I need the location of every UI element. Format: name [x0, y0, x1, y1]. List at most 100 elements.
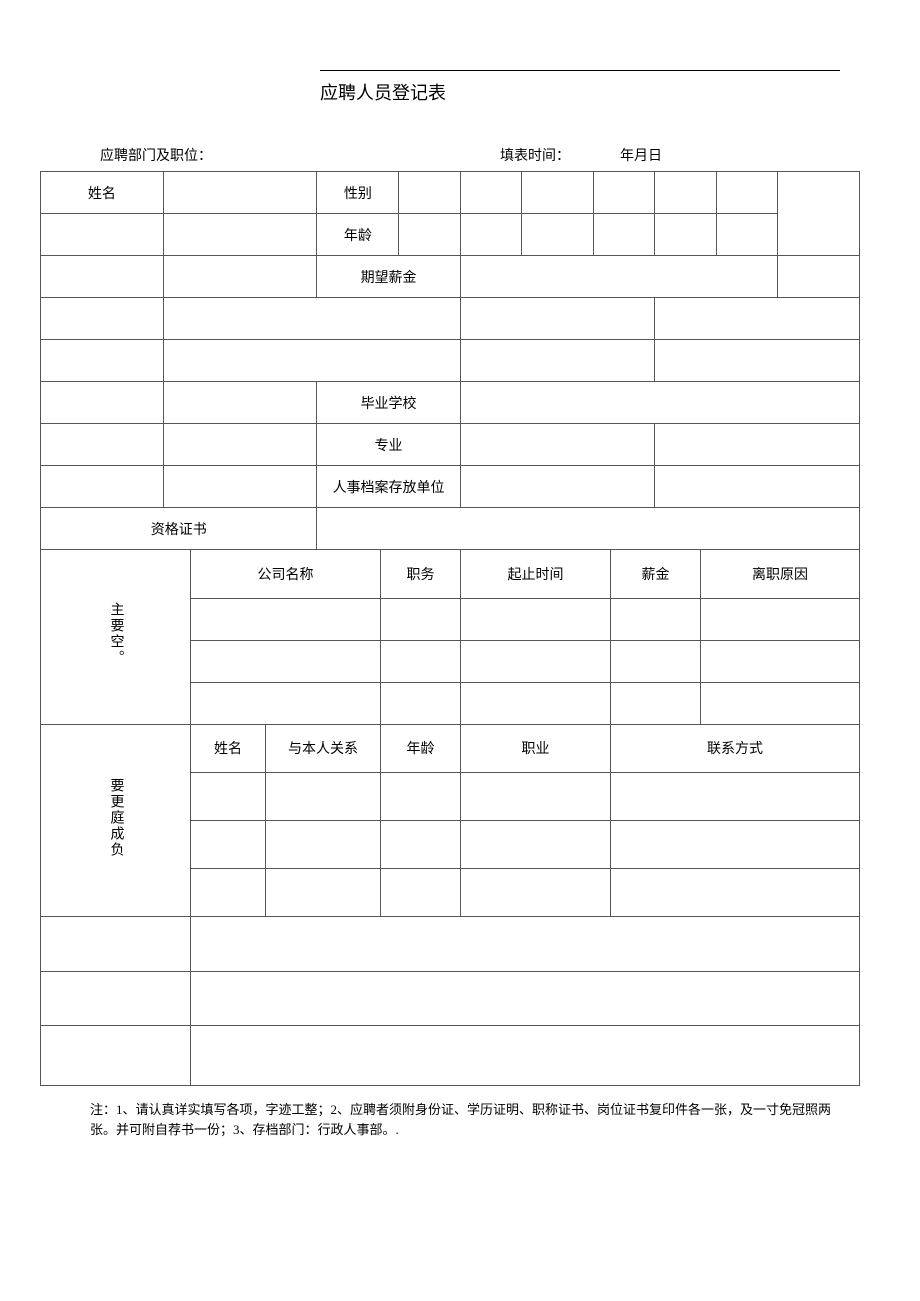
cell-r8-1[interactable]	[41, 466, 164, 508]
work-r1-salary[interactable]	[611, 598, 701, 640]
fam-r3-relation[interactable]	[266, 869, 381, 917]
cell-r2-4[interactable]	[522, 214, 594, 256]
work-r2-duty[interactable]	[381, 640, 461, 682]
footer-note: 注：1、请认真详实填写各项，字迹工整；2、应聘者须附身份证、学历证明、职称证书、…	[40, 1100, 860, 1142]
input-major[interactable]	[460, 424, 655, 466]
label-work-section: 主要空。	[41, 550, 191, 724]
label-salary: 薪金	[611, 550, 701, 598]
label-major: 专业	[317, 424, 460, 466]
cell-r7-2[interactable]	[163, 424, 317, 466]
registration-table: 姓名 性别 年龄 期望薪金	[40, 171, 860, 550]
header-row: 应聘部门及职位： 填表时间： 年月日	[40, 145, 860, 165]
label-leave-reason: 离职原因	[701, 550, 860, 598]
input-certificates[interactable]	[317, 508, 860, 550]
cell-r1-5[interactable]	[716, 172, 777, 214]
fam-r2-occupation[interactable]	[461, 821, 611, 869]
cell-r2-5[interactable]	[593, 214, 654, 256]
bottom-table	[40, 917, 860, 1086]
work-r1-company[interactable]	[191, 598, 381, 640]
photo-cell[interactable]	[778, 172, 860, 256]
cell-r7-3[interactable]	[655, 424, 860, 466]
label-relation: 与本人关系	[266, 725, 381, 773]
cell-r2-3[interactable]	[460, 214, 521, 256]
cell-r1-4[interactable]	[655, 172, 716, 214]
cell-r2-6[interactable]	[655, 214, 716, 256]
cell-r4-4[interactable]	[655, 298, 860, 340]
label-archive: 人事档案存放单位	[317, 466, 460, 508]
cell-r2-7[interactable]	[716, 214, 777, 256]
fam-r3-age[interactable]	[381, 869, 461, 917]
work-experience-table: 主要空。 公司名称 职务 起止时间 薪金 离职原因	[40, 550, 860, 725]
cell-r6-2[interactable]	[163, 382, 317, 424]
fam-r1-age[interactable]	[381, 773, 461, 821]
cell-r1-2[interactable]	[522, 172, 594, 214]
fam-r1-name[interactable]	[191, 773, 266, 821]
input-name[interactable]	[163, 172, 317, 214]
work-r3-period[interactable]	[461, 682, 611, 724]
fam-r3-occupation[interactable]	[461, 869, 611, 917]
fam-r2-name[interactable]	[191, 821, 266, 869]
cell-r2-2[interactable]	[163, 214, 317, 256]
work-r1-duty[interactable]	[381, 598, 461, 640]
work-r2-reason[interactable]	[701, 640, 860, 682]
cell-r5-3[interactable]	[460, 340, 655, 382]
input-gender[interactable]	[399, 172, 460, 214]
fam-r2-contact[interactable]	[611, 821, 860, 869]
label-family-age: 年龄	[381, 725, 461, 773]
label-family-section: 要更庭成负	[41, 725, 191, 917]
label-grad-school: 毕业学校	[317, 382, 460, 424]
fam-r1-contact[interactable]	[611, 773, 860, 821]
cell-r8-2[interactable]	[163, 466, 317, 508]
cell-r5-2[interactable]	[163, 340, 460, 382]
cell-r1-1[interactable]	[460, 172, 521, 214]
input-expected-salary[interactable]	[460, 256, 777, 298]
cell-r5-4[interactable]	[655, 340, 860, 382]
bottom-r3-value[interactable]	[191, 1025, 860, 1085]
label-family-name: 姓名	[191, 725, 266, 773]
cell-r4-3[interactable]	[460, 298, 655, 340]
cell-r4-2[interactable]	[163, 298, 460, 340]
input-archive[interactable]	[460, 466, 655, 508]
label-age: 年龄	[317, 214, 399, 256]
work-r3-company[interactable]	[191, 682, 381, 724]
cell-r4-1[interactable]	[41, 298, 164, 340]
cell-r2-1[interactable]	[41, 214, 164, 256]
cell-r3-2[interactable]	[163, 256, 317, 298]
cell-r3-3[interactable]	[778, 256, 860, 298]
cell-r1-3[interactable]	[593, 172, 654, 214]
bottom-r1-label[interactable]	[41, 917, 191, 971]
fam-r1-relation[interactable]	[266, 773, 381, 821]
work-r3-salary[interactable]	[611, 682, 701, 724]
input-age[interactable]	[399, 214, 460, 256]
work-r2-period[interactable]	[461, 640, 611, 682]
cell-r3-1[interactable]	[41, 256, 164, 298]
bottom-r3-label[interactable]	[41, 1025, 191, 1085]
fam-r2-age[interactable]	[381, 821, 461, 869]
fam-r3-contact[interactable]	[611, 869, 860, 917]
work-r2-company[interactable]	[191, 640, 381, 682]
work-r3-duty[interactable]	[381, 682, 461, 724]
fam-r2-relation[interactable]	[266, 821, 381, 869]
cell-r5-1[interactable]	[41, 340, 164, 382]
fam-r3-name[interactable]	[191, 869, 266, 917]
page-title: 应聘人员登记表	[320, 79, 860, 105]
work-r3-reason[interactable]	[701, 682, 860, 724]
family-section-text: 要更庭成负	[106, 724, 126, 912]
cell-r6-1[interactable]	[41, 382, 164, 424]
cell-r8-3[interactable]	[655, 466, 860, 508]
label-occupation: 职业	[461, 725, 611, 773]
bottom-r2-value[interactable]	[191, 971, 860, 1025]
fam-r1-occupation[interactable]	[461, 773, 611, 821]
label-period: 起止时间	[461, 550, 611, 598]
cell-r7-1[interactable]	[41, 424, 164, 466]
date-value: 年月日	[620, 145, 662, 165]
bottom-r2-label[interactable]	[41, 971, 191, 1025]
input-grad-school[interactable]	[460, 382, 859, 424]
work-r2-salary[interactable]	[611, 640, 701, 682]
label-gender: 性别	[317, 172, 399, 214]
date-label: 填表时间：	[500, 145, 620, 165]
work-r1-reason[interactable]	[701, 598, 860, 640]
label-company: 公司名称	[191, 550, 381, 598]
work-r1-period[interactable]	[461, 598, 611, 640]
bottom-r1-value[interactable]	[191, 917, 860, 971]
